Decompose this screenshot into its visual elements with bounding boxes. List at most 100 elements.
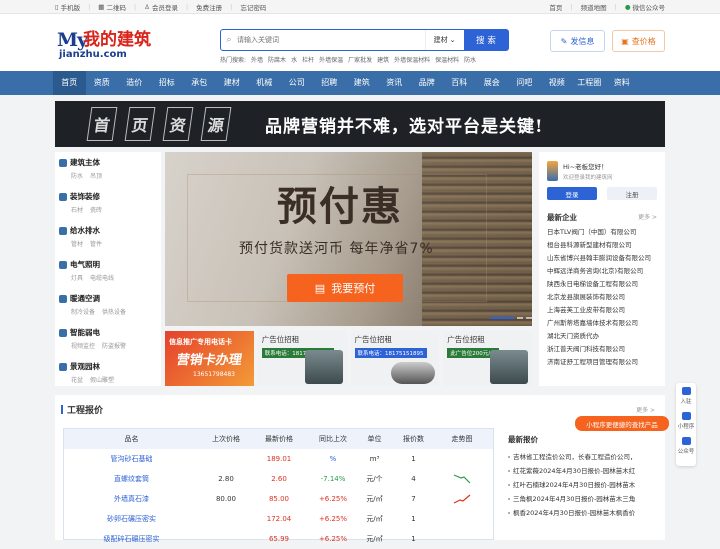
member-login-link[interactable]: ♙ 会员登录 bbox=[144, 2, 178, 12]
nav-item[interactable]: 资质 bbox=[86, 71, 119, 95]
check-price-button[interactable]: ▣ 查价格 bbox=[612, 30, 665, 52]
miniprogram-button[interactable]: 小程序 bbox=[676, 412, 696, 430]
post-info-button[interactable]: ✎ 发信息 bbox=[550, 30, 605, 52]
hot-keyword[interactable]: 水 bbox=[291, 55, 297, 64]
nav-item[interactable]: 视频 bbox=[541, 71, 574, 95]
hot-keyword[interactable]: 外墙 bbox=[251, 55, 263, 64]
prepay-button[interactable]: ▤ 我要预付 bbox=[287, 274, 403, 302]
nav-item[interactable]: 机械 bbox=[248, 71, 281, 95]
hot-keyword[interactable]: 保温材料 bbox=[435, 55, 459, 64]
hot-keyword[interactable]: 外墙保温材料 bbox=[394, 55, 430, 64]
subcategory-link[interactable]: 吊顶 bbox=[90, 171, 102, 180]
company-link[interactable]: 广州斯蒂塔嘉墙体技术有限公司 bbox=[539, 317, 665, 330]
category-item[interactable]: 电气照明 灯具 电缆电线 bbox=[55, 254, 161, 288]
register-button[interactable]: 注册 bbox=[607, 187, 657, 200]
table-row[interactable]: 外墙真石漆 80.00 85.00 +6.25% 元/㎡ 7 bbox=[64, 489, 493, 509]
mobile-link[interactable]: ▯ 手机版 bbox=[55, 2, 80, 12]
register-link[interactable]: 免费注册 bbox=[196, 2, 222, 12]
miniprogram-tip[interactable]: 小程序更便捷的查找产品 bbox=[575, 416, 669, 431]
table-row[interactable]: 级配碎石碾压密实 65.99 +6.25% 元/㎡ 1 bbox=[64, 529, 493, 549]
more-link[interactable]: 更多 > bbox=[636, 405, 655, 414]
quote-link[interactable]: 红叶石楠球2024年4月30日报价-园林苗木 bbox=[502, 478, 657, 492]
nav-item[interactable]: 展会 bbox=[476, 71, 509, 95]
subcategory-link[interactable]: 管材 bbox=[71, 239, 83, 248]
hot-keyword[interactable]: 厂家批发 bbox=[348, 55, 372, 64]
category-item[interactable]: 智能弱电 视频监控 防盗报警 bbox=[55, 322, 161, 356]
subcategory-link[interactable]: 假山雕塑 bbox=[90, 375, 114, 384]
subcategory-link[interactable]: 管件 bbox=[90, 239, 102, 248]
hot-keyword[interactable]: 防水 bbox=[464, 55, 476, 64]
join-button[interactable]: 入驻 bbox=[676, 387, 696, 405]
nav-item[interactable]: 工程圈 bbox=[573, 71, 606, 95]
category-item[interactable]: 景观园林 花盆 假山雕塑 bbox=[55, 356, 161, 390]
category-item[interactable]: 给水排水 管材 管件 bbox=[55, 220, 161, 254]
nav-item[interactable]: 招聘 bbox=[313, 71, 346, 95]
company-link[interactable]: 上海芸芙工业皮带有限公司 bbox=[539, 304, 665, 317]
company-link[interactable]: 山东省博兴县翰丰膨润设备有限公司 bbox=[539, 252, 665, 265]
hot-keyword[interactable]: 建筑 bbox=[377, 55, 389, 64]
nav-item[interactable]: 品牌 bbox=[411, 71, 444, 95]
company-link[interactable]: 中辉远洋商务咨询(北京)有限公司 bbox=[539, 265, 665, 278]
nav-item-home[interactable]: 首页 bbox=[53, 71, 86, 95]
quote-link[interactable]: 三角枫2024年4月30日报价-园林苗木三角 bbox=[502, 492, 657, 506]
subcategory-link[interactable]: 石材 bbox=[71, 205, 83, 214]
channel-map-link[interactable]: 频道地图 bbox=[581, 2, 607, 12]
subcategory-link[interactable]: 防盗报警 bbox=[102, 341, 126, 350]
ad-slot[interactable]: 广告位招租 此广告位200元/月 bbox=[443, 331, 532, 386]
nav-item[interactable]: 建材 bbox=[216, 71, 249, 95]
quote-link[interactable]: 枫香2024年4月30日报价-园林苗木枫香价 bbox=[502, 506, 657, 520]
nav-item[interactable]: 承包 bbox=[183, 71, 216, 95]
subcategory-link[interactable]: 灯具 bbox=[71, 273, 83, 282]
nav-item[interactable]: 百科 bbox=[443, 71, 476, 95]
nav-item[interactable]: 建筑 bbox=[346, 71, 379, 95]
carousel-dot[interactable] bbox=[526, 317, 532, 319]
hot-keyword[interactable]: 外墙保温 bbox=[319, 55, 343, 64]
nav-item[interactable]: 问吧 bbox=[508, 71, 541, 95]
subcategory-link[interactable]: 供热设备 bbox=[102, 307, 126, 316]
subcategory-link[interactable]: 视频监控 bbox=[71, 341, 95, 350]
promo-banner[interactable]: 首 页 资 源 品牌营销并不难，选对平台是关键! bbox=[55, 101, 665, 147]
subcategory-link[interactable]: 制冷设备 bbox=[71, 307, 95, 316]
official-account-button[interactable]: 公众号 bbox=[676, 437, 696, 455]
company-link[interactable]: 湖北天门资质代办 bbox=[539, 330, 665, 343]
carousel-dot[interactable] bbox=[490, 317, 514, 319]
company-link[interactable]: 济南证舒工程项目管理有限公司 bbox=[539, 356, 665, 369]
subcategory-link[interactable]: 花盆 bbox=[71, 375, 83, 384]
company-link[interactable]: 陕西永日电梯设备工程有限公司 bbox=[539, 278, 665, 291]
category-item[interactable]: 装饰装修 石材 瓷砖 bbox=[55, 186, 161, 220]
forgot-password-link[interactable]: 忘记密码 bbox=[240, 2, 266, 12]
quote-link[interactable]: 红花紫薇2024年4月30日报价-园林苗木红 bbox=[502, 464, 657, 478]
company-link[interactable]: 浙江普天阀门科技有限公司 bbox=[539, 343, 665, 356]
ad-slot[interactable]: 广告位招租 联系电话：18175151895 bbox=[257, 331, 347, 386]
search-category-select[interactable]: 建材 ⌄ bbox=[424, 30, 464, 50]
ad-phone-card[interactable]: 信息推广专用电话卡 营销卡办理 13651798483 bbox=[165, 331, 254, 386]
hot-keyword[interactable]: 防腐木 bbox=[268, 55, 286, 64]
home-link[interactable]: 首页 bbox=[549, 2, 562, 12]
subcategory-link[interactable]: 电缆电线 bbox=[90, 273, 114, 282]
table-row[interactable]: 管沟砂石基础 189.01 % m³ 1 bbox=[64, 449, 493, 469]
hero-carousel[interactable]: 预付惠 预付货款送河币 每年净省7% ▤ 我要预付 bbox=[165, 152, 532, 326]
company-link[interactable]: 北京龙县旗展装饰有限公司 bbox=[539, 291, 665, 304]
wechat-link[interactable]: ● 微信公众号 bbox=[625, 2, 665, 12]
company-link[interactable]: 日本TLV阀门（中国）有限公司 bbox=[539, 226, 665, 239]
carousel-dot[interactable] bbox=[517, 317, 523, 319]
category-item[interactable]: 暖通空调 制冷设备 供热设备 bbox=[55, 288, 161, 322]
qrcode-link[interactable]: ▦ 二维码 bbox=[98, 2, 126, 12]
search-input[interactable] bbox=[237, 36, 425, 44]
nav-item[interactable]: 造价 bbox=[118, 71, 151, 95]
subcategory-link[interactable]: 防水 bbox=[71, 171, 83, 180]
search-button[interactable]: 搜 索 bbox=[463, 29, 509, 51]
nav-item[interactable]: 资讯 bbox=[378, 71, 411, 95]
nav-item[interactable]: 资料 bbox=[606, 71, 639, 95]
ad-slot[interactable]: 广告位招租 联系电话：18175151895 bbox=[350, 331, 440, 386]
login-button[interactable]: 登录 bbox=[547, 187, 597, 200]
table-row[interactable]: 直螺纹套筒 2.80 2.60 -7.14% 元/个 4 bbox=[64, 469, 493, 489]
site-logo[interactable]: My 我的建筑 jianzhu.com bbox=[55, 23, 165, 63]
more-link[interactable]: 更多 > bbox=[638, 212, 657, 223]
hot-keyword[interactable]: 栏杆 bbox=[302, 55, 314, 64]
category-item[interactable]: 建筑主体 防水 吊顶 bbox=[55, 152, 161, 186]
company-link[interactable]: 桓台县科源新型建材有限公司 bbox=[539, 239, 665, 252]
quote-link[interactable]: 吉林省工程造价公司，长春工程造价公司， bbox=[502, 450, 657, 464]
subcategory-link[interactable]: 瓷砖 bbox=[90, 205, 102, 214]
nav-item[interactable]: 公司 bbox=[281, 71, 314, 95]
